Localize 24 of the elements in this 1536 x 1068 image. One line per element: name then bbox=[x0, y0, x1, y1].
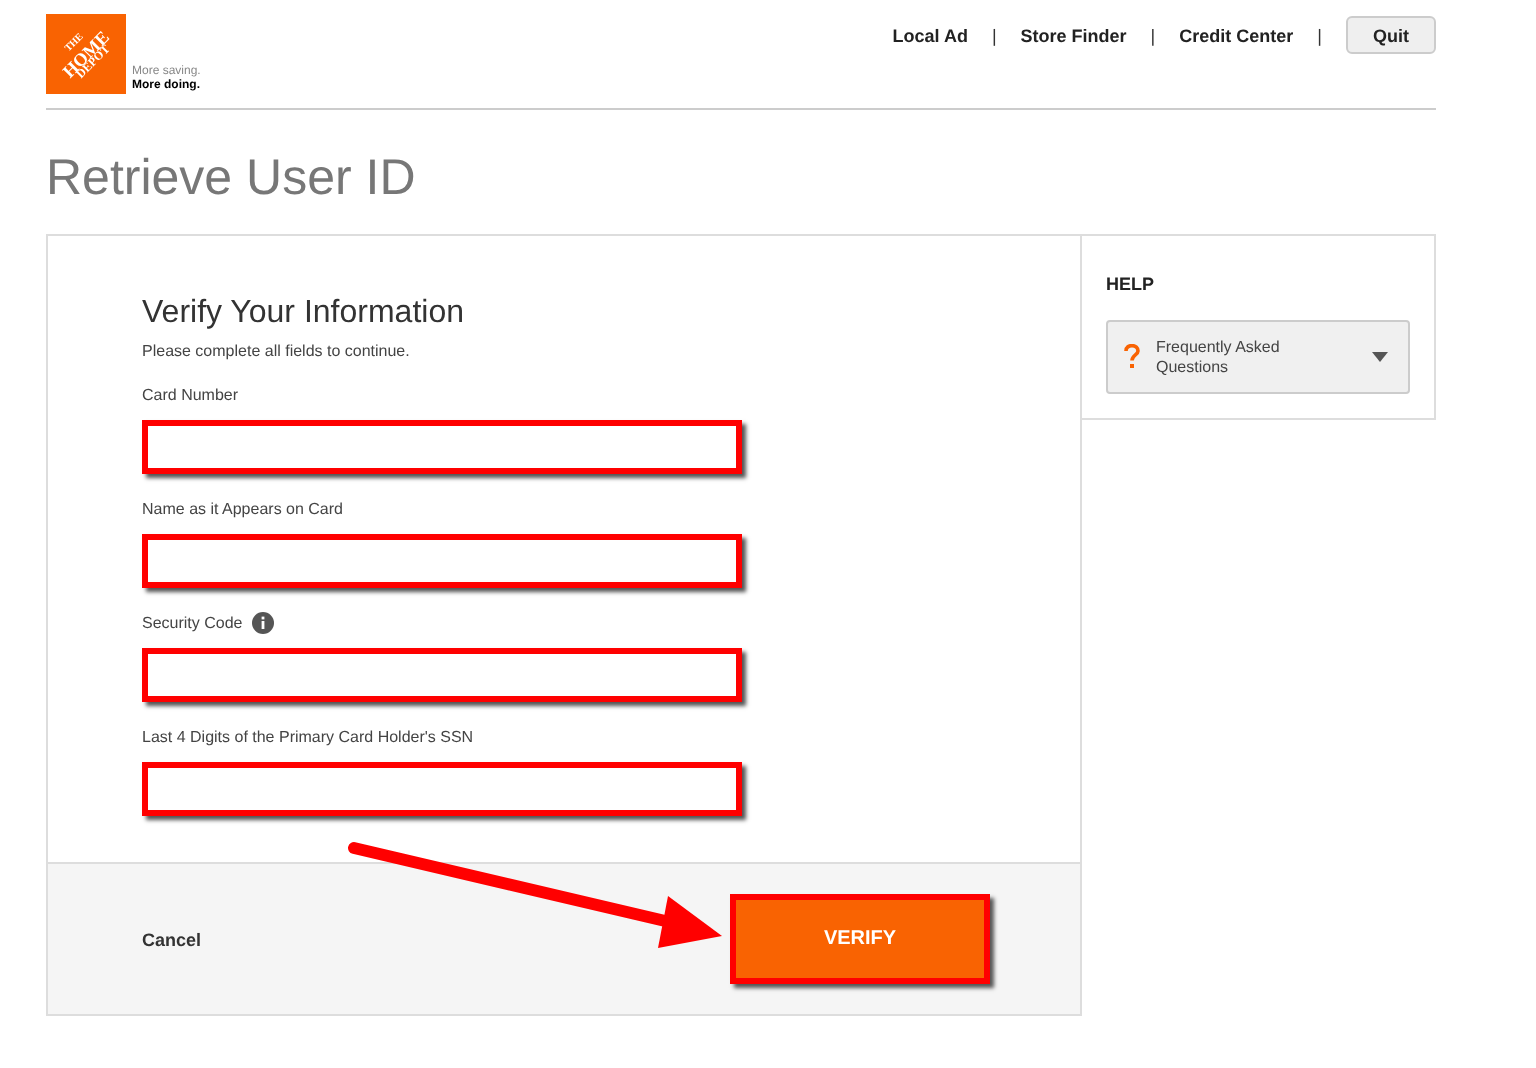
info-icon[interactable] bbox=[252, 611, 275, 633]
help-heading: HELP bbox=[1106, 274, 1157, 294]
cancel-link[interactable]: Cancel bbox=[142, 929, 730, 949]
nav-separator: | bbox=[1150, 25, 1156, 45]
caret-icon bbox=[1372, 352, 1388, 362]
instructions: Please complete all fields to continue. bbox=[142, 342, 412, 360]
field-label: Card Number bbox=[142, 385, 239, 403]
input-field[interactable] bbox=[142, 534, 742, 588]
form-heading: Verify Your Information bbox=[142, 296, 466, 332]
field-label: Name as it Appears on Card bbox=[142, 499, 343, 517]
question-mark-icon bbox=[1124, 344, 1140, 370]
field-label: Security Code bbox=[142, 613, 243, 631]
nav-link[interactable]: Credit Center bbox=[1179, 25, 1294, 45]
field-label: Last 4 Digits of the Primary Card Holder's SSN bbox=[142, 727, 474, 745]
input-field[interactable] bbox=[142, 762, 742, 816]
nav-separator: | bbox=[991, 25, 997, 45]
nav-link[interactable]: Store Finder bbox=[1020, 25, 1127, 45]
quit-button[interactable]: Quit bbox=[1346, 16, 1436, 54]
nav-link[interactable]: Local Ad bbox=[892, 25, 968, 45]
input-field[interactable] bbox=[142, 648, 742, 702]
faq-dropdown[interactable]: Frequently Asked Questions bbox=[1106, 320, 1410, 394]
input-field[interactable] bbox=[142, 420, 742, 474]
page-title: Retrieve User ID bbox=[46, 150, 418, 208]
nav-separator: | bbox=[1317, 25, 1322, 45]
